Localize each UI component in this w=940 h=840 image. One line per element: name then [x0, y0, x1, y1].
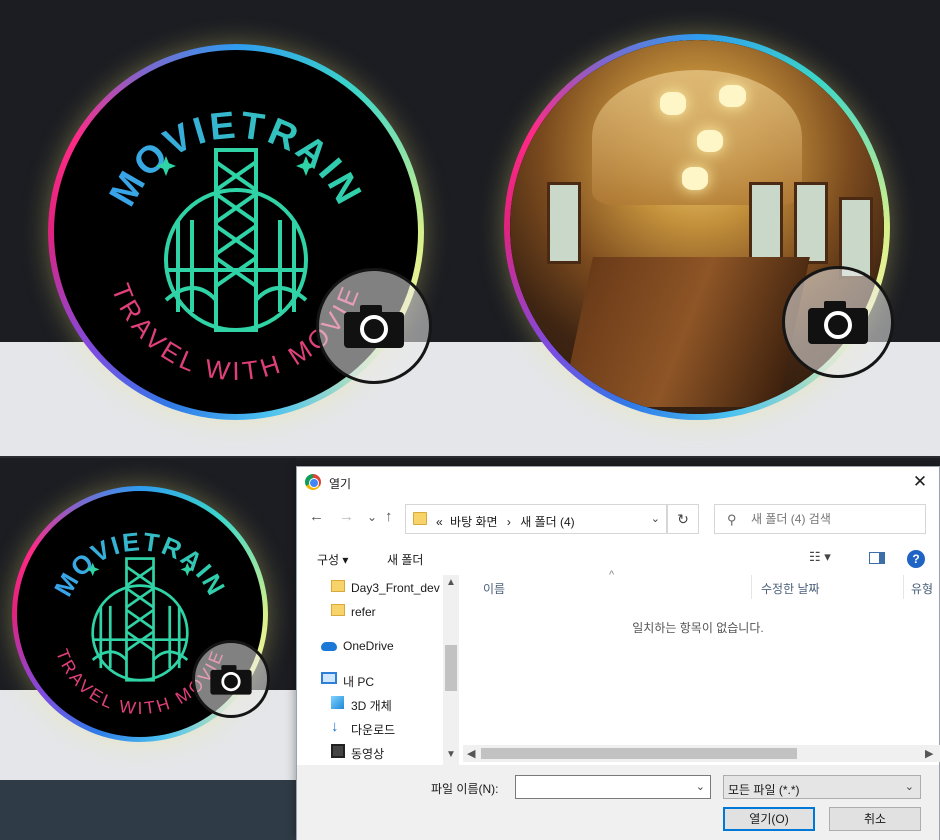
close-button[interactable]: ✕: [909, 471, 931, 493]
nav-item-refer[interactable]: refer: [297, 601, 443, 623]
breadcrumb-current-folder[interactable]: 새 폴더 (4): [520, 515, 574, 529]
folder-icon: [331, 604, 345, 616]
computer-icon: [321, 672, 337, 684]
column-header-name[interactable]: 이름: [483, 580, 505, 597]
nav-item-label: 3D 개체: [351, 699, 392, 713]
address-bar[interactable]: « 바탕 화면 › 새 폴더 (4) ⌄: [405, 504, 667, 534]
avatar-panel-logo: MOVIETRAINTRAVEL WITH MOVIE: [0, 0, 478, 456]
dialog-titlebar: 열기 ✕: [297, 467, 939, 497]
nav-item-label: refer: [351, 605, 376, 619]
breadcrumb: « 바탕 화면 › 새 폴더 (4): [436, 513, 575, 530]
search-icon: ⚲: [727, 512, 737, 527]
scroll-left-icon[interactable]: ◀: [467, 747, 475, 760]
column-divider[interactable]: [751, 575, 752, 599]
nav-item-label: Day3_Front_dev: [351, 581, 440, 595]
nav-item-label: 내 PC: [343, 675, 375, 689]
dialog-title: 열기: [329, 477, 352, 491]
empty-folder-message: 일치하는 항목이 없습니다.: [632, 621, 764, 635]
nav-item-this-pc[interactable]: 내 PC: [297, 669, 443, 691]
back-arrow-icon[interactable]: ←: [309, 509, 324, 525]
nav-item-downloads[interactable]: ↓ 다운로드: [297, 717, 443, 739]
dialog-footer: 파일 이름(N): ⌄ 모든 파일 (*.*) ⌄ 열기(O) 취소: [297, 765, 939, 840]
chevron-down-icon: ⌄: [904, 781, 914, 793]
refresh-button[interactable]: ↻: [667, 504, 699, 534]
nav-item-onedrive[interactable]: OneDrive: [297, 635, 443, 657]
bridge-emblem-icon: [164, 148, 308, 332]
search-box[interactable]: ⚲: [714, 504, 926, 534]
page-background: [0, 780, 296, 840]
help-icon[interactable]: ?: [907, 550, 925, 568]
command-bar: 구성 ▾ 새 폴더 ☷ ▾ ?: [297, 543, 939, 573]
nav-item-label: OneDrive: [343, 639, 394, 653]
camera-icon: [210, 664, 252, 695]
chrome-icon: [305, 474, 321, 490]
file-open-dialog: 열기 ✕ ← → ⌄ ↑ « 바탕 화면 › 새 폴더 (4) ⌄ ↻ ⚲ 새 …: [296, 466, 940, 840]
logo-top-text: MOVIETRAIN: [102, 104, 370, 213]
address-dropdown-icon[interactable]: ⌄: [651, 512, 660, 525]
change-photo-button[interactable]: [192, 640, 270, 718]
navigation-pane: Day3_Front_dev refer OneDrive 내 PC 3D 개체…: [297, 575, 459, 765]
sort-caret-icon: ^: [609, 569, 615, 581]
forward-arrow-icon[interactable]: →: [339, 509, 354, 525]
bridge-emblem-icon: [91, 557, 189, 682]
logo-top-text: MOVIETRAIN: [50, 528, 231, 601]
scroll-up-icon[interactable]: ▲: [446, 577, 456, 588]
search-input[interactable]: [751, 510, 919, 528]
breadcrumb-desktop[interactable]: 바탕 화면: [450, 515, 498, 529]
column-header-modified[interactable]: 수정한 날짜: [761, 580, 820, 597]
preview-pane-icon[interactable]: [869, 552, 885, 564]
scroll-down-icon[interactable]: ▼: [446, 749, 456, 760]
change-photo-button[interactable]: [316, 268, 432, 384]
breadcrumb-separator: ›: [506, 515, 511, 529]
avatar-panel-logo-small: MOVIETRAINTRAVEL WITH MOVIE: [0, 458, 296, 840]
nav-item-day3-front-dev[interactable]: Day3_Front_dev: [297, 577, 443, 599]
breadcrumb-overflow[interactable]: «: [436, 515, 443, 529]
file-name-input[interactable]: [519, 779, 689, 795]
avatar-panel-photo: [478, 0, 940, 456]
scrollbar-thumb[interactable]: [445, 645, 457, 691]
nav-item-label: 다운로드: [351, 723, 396, 737]
navigation-pane-scrollbar[interactable]: ▲ ▼: [443, 575, 459, 765]
open-button[interactable]: 열기(O): [723, 807, 815, 831]
view-options-icon[interactable]: ☷ ▾: [809, 549, 831, 565]
camera-icon: [344, 305, 404, 348]
column-divider[interactable]: [903, 575, 904, 599]
new-folder-button[interactable]: 새 폴더: [387, 551, 423, 568]
nav-item-label: 동영상: [351, 747, 385, 761]
file-list-scrollbar[interactable]: ◀ ▶: [463, 745, 940, 762]
organize-menu[interactable]: 구성 ▾: [317, 551, 348, 568]
video-icon: [331, 744, 345, 758]
column-header-type[interactable]: 유형: [911, 580, 933, 597]
download-arrow-icon: ↓: [331, 718, 339, 735]
file-type-select[interactable]: 모든 파일 (*.*) ⌄: [723, 775, 921, 799]
cancel-button[interactable]: 취소: [829, 807, 921, 831]
chevron-down-icon[interactable]: ⌄: [696, 780, 705, 793]
nav-item-3d-objects[interactable]: 3D 개체: [297, 693, 443, 715]
folder-icon: [331, 580, 345, 592]
screenshot-stage: MOVIETRAINTRAVEL WITH MOVIE: [0, 0, 940, 840]
file-name-combobox[interactable]: ⌄: [515, 775, 711, 799]
file-list: ^ 이름 수정한 날짜 유형 일치하는 항목이 없습니다. ◀ ▶: [463, 569, 940, 765]
file-name-label: 파일 이름(N):: [431, 782, 499, 796]
navigation-bar: ← → ⌄ ↑ « 바탕 화면 › 새 폴더 (4) ⌄ ↻ ⚲: [297, 501, 939, 535]
file-type-value: 모든 파일 (*.*): [728, 783, 800, 797]
recent-locations-chevron-icon[interactable]: ⌄: [367, 509, 377, 525]
3d-objects-icon: [331, 696, 344, 709]
change-photo-button[interactable]: [782, 266, 894, 378]
camera-icon: [808, 301, 868, 344]
scroll-right-icon[interactable]: ▶: [925, 747, 933, 760]
onedrive-cloud-icon: [321, 642, 337, 651]
up-arrow-icon[interactable]: ↑: [385, 509, 393, 525]
nav-item-videos[interactable]: 동영상: [297, 741, 443, 763]
folder-icon: [413, 512, 427, 525]
scrollbar-thumb[interactable]: [481, 748, 797, 759]
